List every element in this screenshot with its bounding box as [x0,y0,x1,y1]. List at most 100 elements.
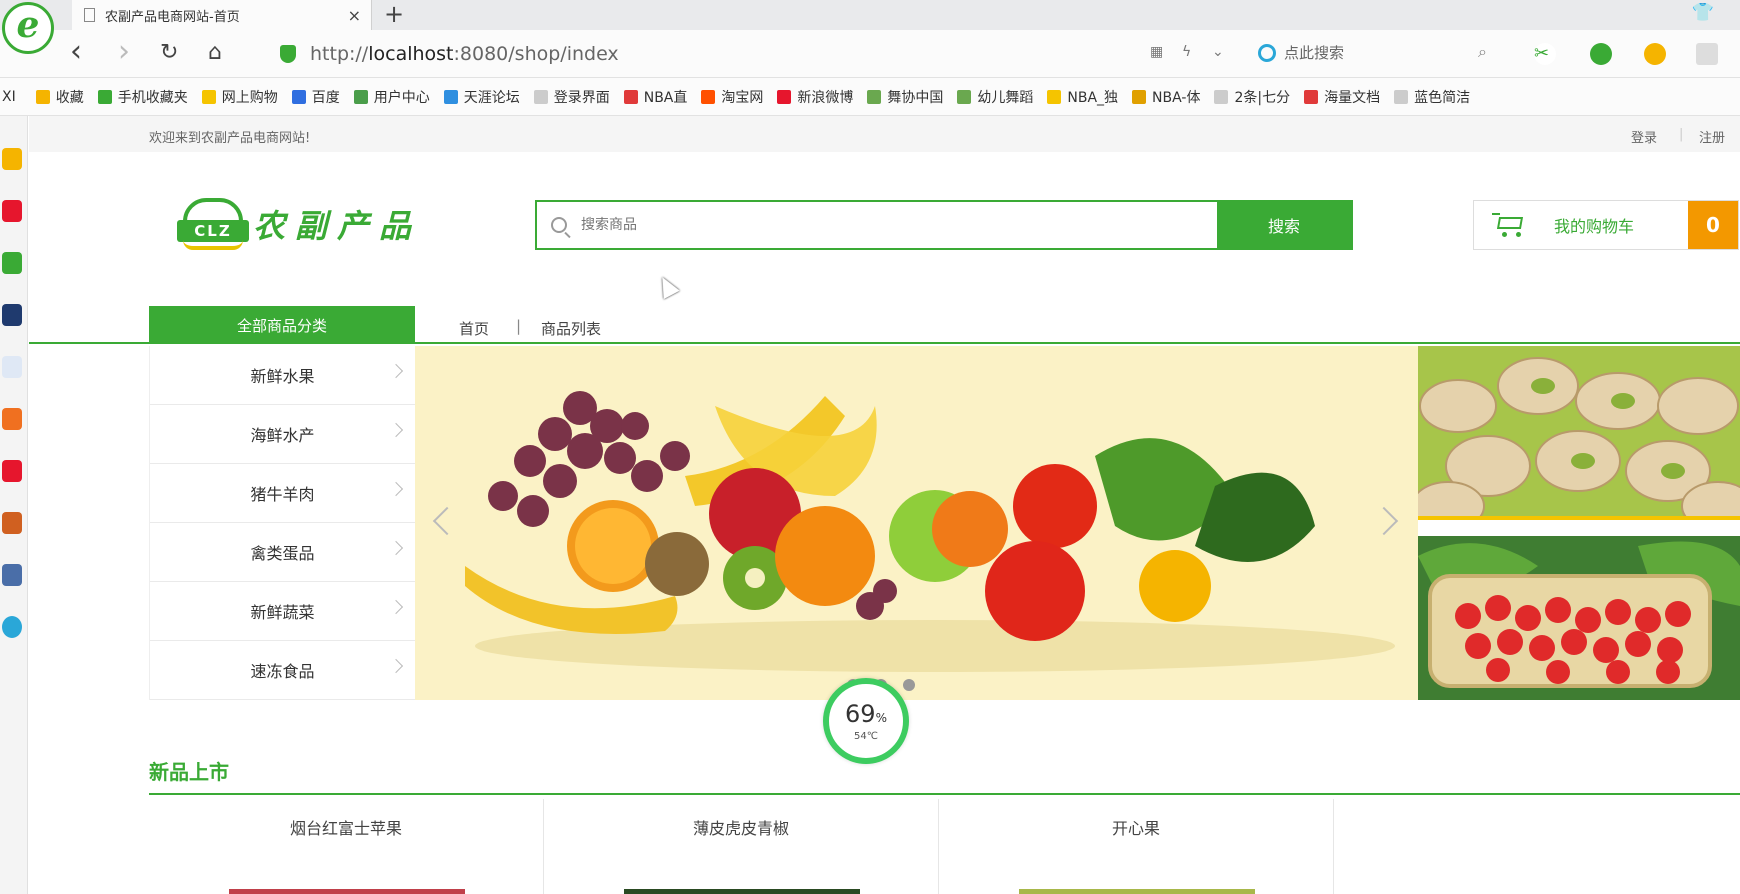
new-tab-button[interactable]: + [384,0,404,28]
bookmark-item[interactable]: 淘宝网 [701,87,763,107]
bookmark-item[interactable]: NBA-体 [1132,87,1200,107]
bookmark-item[interactable]: NBA直 [623,87,687,107]
favorites-icon[interactable] [2,148,22,170]
browser-logo-icon[interactable]: e [2,2,54,54]
category-item[interactable]: 新鲜蔬菜 [150,582,415,641]
tab-title: 农副产品电商网站-首页 [105,9,240,25]
category-item[interactable]: 速冻食品 [150,641,415,700]
scissors-icon[interactable]: ✂ [1534,43,1556,65]
nav-home-link[interactable]: 首页 [459,318,489,339]
nav-product-list-link[interactable]: 商品列表 [541,318,601,339]
category-item[interactable]: 禽类蛋品 [150,523,415,582]
document-icon [84,8,95,22]
bookmark-icon [97,89,112,104]
register-link[interactable]: 注册 [1699,127,1725,146]
browser-sidebar [0,116,28,894]
back-icon[interactable]: ‹ [70,34,82,69]
section-divider [149,793,1740,795]
doc-icon[interactable] [2,356,22,378]
bookmark-item[interactable]: 蓝色简洁 [1394,87,1470,107]
qrcode-icon[interactable]: ▦ [1150,44,1163,60]
bookmark-icon [777,89,792,104]
welcome-text: 欢迎来到农副产品电商网站! [149,131,311,146]
bookmark-item[interactable]: 网上购物 [201,87,278,107]
money-icon[interactable] [1644,43,1666,65]
search-button[interactable]: 搜索 [1217,202,1351,248]
product-card[interactable]: 薄皮虎皮青椒 [544,799,939,894]
bookmark-icon [623,89,638,104]
product-card[interactable]: 烟台红富士苹果 [149,799,544,894]
temperature-widget[interactable]: 69% 54℃ [823,678,909,764]
product-card[interactable] [1334,799,1729,894]
search-icon[interactable]: ⌕ [1478,42,1487,62]
chevron-down-icon[interactable]: ⌄ [1212,44,1224,60]
strawberry-image[interactable] [1418,536,1740,700]
game-icon[interactable] [2,512,22,534]
product-card[interactable]: 开心果 [939,799,1334,894]
site-logo[interactable]: CLZ 农副产品 [177,196,421,252]
login-link[interactable]: 登录 [1631,127,1657,146]
close-tab-icon[interactable]: × [348,6,361,25]
bookmark-item[interactable]: NBA_独 [1047,87,1118,107]
product-name[interactable]: 开心果 [939,815,1333,839]
bookmark-item[interactable]: 用户中心 [353,87,430,107]
bookmark-item[interactable]: 登录界面 [533,87,610,107]
app-icon[interactable] [2,304,22,326]
bookmark-icon [1304,89,1319,104]
pistachio-image[interactable] [1418,346,1740,516]
skin-icon[interactable]: 👕 [1692,2,1714,23]
product-image[interactable] [624,889,860,894]
bookmark-item[interactable]: 百度 [291,87,340,107]
site-top-strip: 欢迎来到农副产品电商网站! 登录 | 注册 [29,116,1740,152]
bookmark-item[interactable]: XI [2,89,16,105]
bookmark-item[interactable]: 舞协中国 [867,87,943,107]
bookmark-icon [1394,89,1409,104]
lightning-icon[interactable]: ϟ [1182,44,1191,60]
product-name[interactable]: 薄皮虎皮青椒 [544,815,938,839]
home-icon[interactable]: ⌂ [208,40,222,65]
url-field[interactable]: http://localhost:8080/shop/index [280,39,1140,69]
search-input[interactable] [581,202,1217,248]
category-item[interactable]: 新鲜水果 [150,346,415,405]
bookmark-icon [1214,89,1229,104]
category-item[interactable]: 海鲜水产 [150,405,415,464]
bookmark-item[interactable]: 新浪微博 [777,87,853,107]
video-icon[interactable] [2,460,22,482]
bookmarks-bar: XI 收藏 手机收藏夹 网上购物 百度 用户中心 天涯论坛 登录界面 NBA直 淘宝网 新浪微博舞… [0,78,1740,116]
product-image[interactable] [1019,889,1255,894]
secure-shield-icon [280,45,296,63]
bookmark-icon [867,89,882,104]
mail-icon[interactable] [2,252,22,274]
all-categories-button[interactable]: 全部商品分类 [149,306,415,344]
bookmark-icon [1047,89,1062,104]
photo-icon[interactable] [2,564,22,586]
bookmark-item[interactable]: 天涯论坛 [443,87,520,107]
category-item[interactable]: 猪牛羊肉 [150,464,415,523]
play-icon[interactable] [2,616,22,638]
main-nav: 全部商品分类 首页 | 商品列表 [29,306,1740,344]
fruit-banner-image[interactable] [415,346,1418,700]
cart-button[interactable]: 我的购物车 0 [1473,200,1739,250]
refresh-icon[interactable]: ↻ [160,40,178,65]
account-icon[interactable] [1590,43,1612,65]
new-arrivals-title: 新品上市 [149,760,229,784]
cart-label: 我的购物车 [1554,217,1635,236]
carousel-dot[interactable] [903,679,915,691]
weibo-icon[interactable] [2,200,22,222]
bookmark-item[interactable]: 2条|七分 [1214,87,1290,107]
bookmark-icon [701,89,716,104]
bookmark-item[interactable]: 幼儿舞蹈 [957,87,1033,107]
forward-icon[interactable]: › [118,34,130,69]
menu-icon[interactable] [1696,43,1718,65]
bookmark-item[interactable]: 手机收藏夹 [97,87,188,107]
site-search-bar: 搜索 [535,200,1353,250]
shop-icon[interactable] [2,408,22,430]
product-image[interactable] [229,889,465,894]
side-divider [1418,516,1740,520]
browser-search-box[interactable]: 点此搜索 [1258,42,1344,63]
bookmark-item[interactable]: 收藏 [35,87,84,107]
temperature-value: 54℃ [854,730,878,742]
product-name[interactable]: 烟台红富士苹果 [149,815,543,839]
browser-tab[interactable]: 农副产品电商网站-首页 × [72,0,372,30]
bookmark-item[interactable]: 海量文档 [1304,87,1380,107]
